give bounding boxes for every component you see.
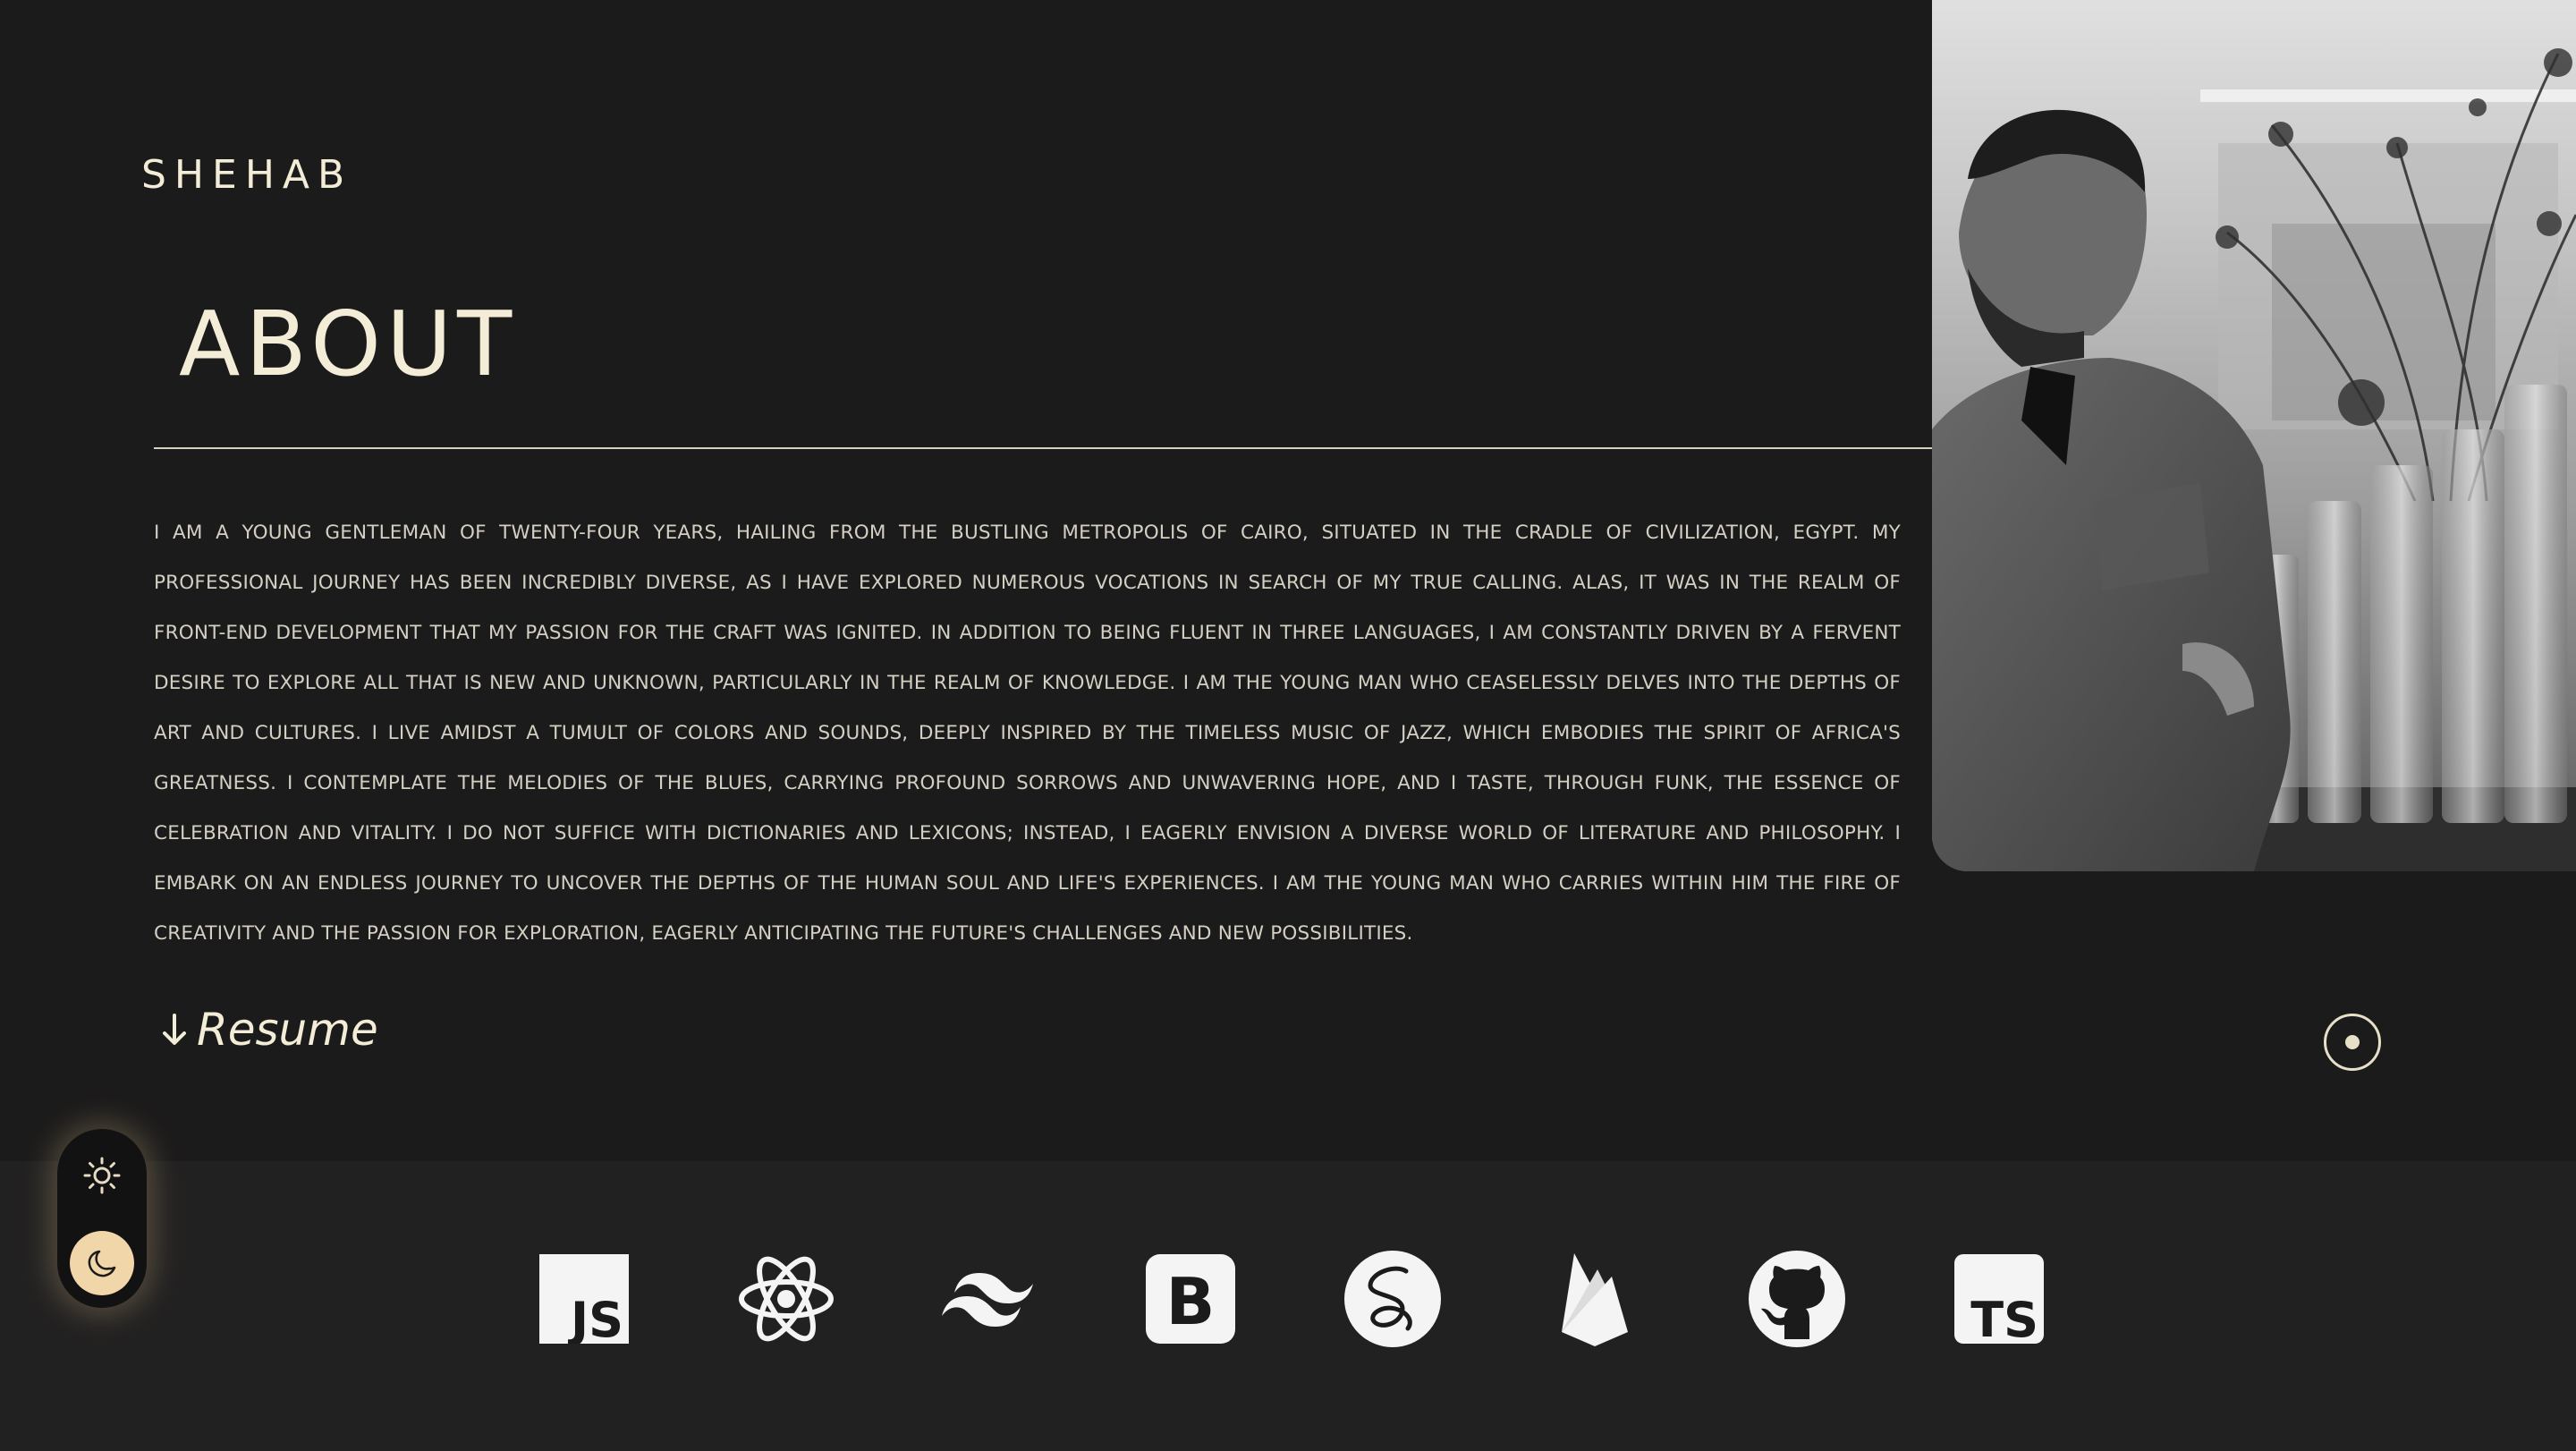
about-paragraph: I am a young gentleman of twenty-four ye…	[154, 522, 1901, 945]
scroll-indicator[interactable]	[2324, 1014, 2381, 1071]
portfolio-page: SHEHAB ABOUT I am a young gentleman of t…	[0, 0, 2576, 1451]
scroll-indicator-dot	[2345, 1035, 2360, 1049]
sun-icon[interactable]	[82, 1156, 122, 1195]
bootstrap-icon: B	[1141, 1250, 1240, 1348]
typescript-icon-label: TS	[1970, 1292, 2038, 1344]
profile-photo	[1932, 0, 2576, 871]
sass-icon	[1343, 1250, 1442, 1348]
bootstrap-icon-label: B	[1166, 1264, 1216, 1339]
section-divider	[154, 447, 1943, 449]
site-logo[interactable]: SHEHAB	[141, 152, 352, 198]
react-icon	[737, 1250, 835, 1348]
tailwind-icon	[939, 1250, 1038, 1348]
moon-icon	[88, 1250, 116, 1277]
github-icon	[1748, 1250, 1846, 1348]
javascript-icon-label: JS	[567, 1292, 623, 1344]
typescript-icon: TS	[1950, 1250, 2048, 1348]
tech-stack-list: JS B TS	[535, 1250, 2044, 1348]
resume-button[interactable]: Resume	[159, 1004, 378, 1056]
resume-label: Resume	[197, 1004, 378, 1056]
about-heading: ABOUT	[179, 292, 518, 396]
profile-photo-illustration	[1932, 0, 2576, 871]
theme-toggle[interactable]	[57, 1129, 147, 1308]
dark-mode-button[interactable]	[70, 1231, 134, 1295]
javascript-icon: JS	[535, 1250, 633, 1348]
firebase-icon	[1546, 1250, 1644, 1348]
arrow-down-icon	[159, 1010, 190, 1049]
